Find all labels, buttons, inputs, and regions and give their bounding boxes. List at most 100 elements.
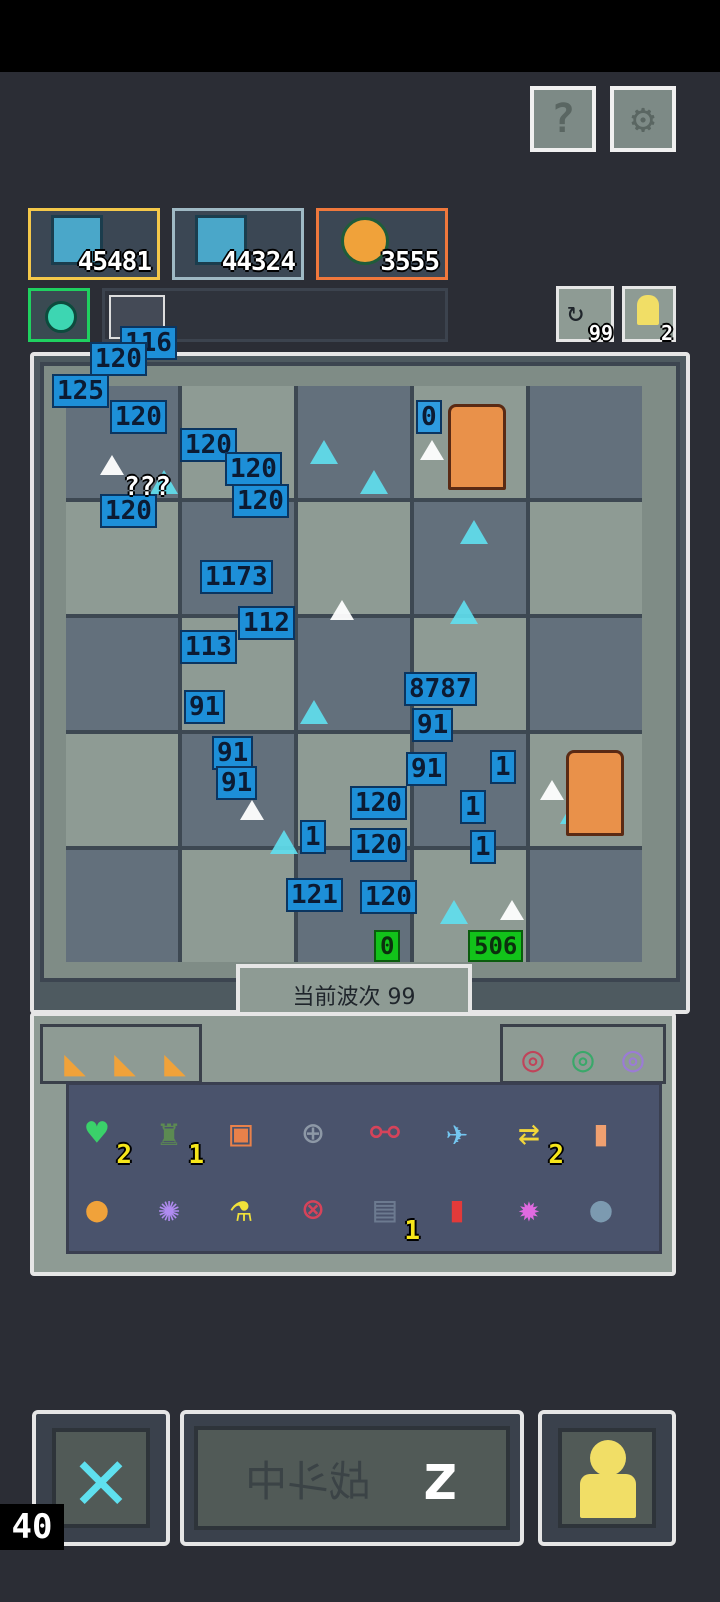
pawn-body	[580, 1474, 636, 1518]
grid-cell[interactable]	[66, 618, 178, 730]
fight-status-panel: 战斗中 z	[194, 1426, 510, 1530]
ice-shard	[310, 440, 338, 464]
ice-shard	[450, 600, 478, 624]
damage-number: 125	[52, 374, 109, 408]
enemy-unit	[566, 750, 624, 836]
tombstone-icon[interactable]: ▮	[572, 1104, 630, 1162]
soldier-icon[interactable]: ♜ 1	[140, 1104, 204, 1171]
damage-number: 91	[212, 736, 254, 770]
damage-number: 120	[350, 828, 407, 862]
gear-pink-icon[interactable]: ✹	[500, 1180, 558, 1238]
damage-number: 91	[406, 752, 448, 786]
refresh-count: 99	[588, 321, 613, 345]
ice-shard	[240, 800, 264, 820]
damage-number: 120	[225, 452, 282, 486]
ice-shard	[360, 470, 388, 494]
grid-cell[interactable]	[182, 502, 294, 614]
ice-shard	[500, 900, 524, 920]
grid-cell[interactable]	[66, 850, 178, 962]
turret-icon[interactable]: ▤ 1	[356, 1180, 420, 1247]
help-button[interactable]: ?	[530, 86, 596, 152]
grid-cell[interactable]	[530, 502, 642, 614]
damage-number: 120	[90, 342, 147, 376]
enemy-hp-label: 0	[374, 930, 401, 962]
damage-number: 1	[470, 830, 496, 864]
enemy-hp-label: 0	[416, 400, 442, 434]
grid-cell[interactable]	[530, 850, 642, 962]
flower-icon[interactable]: ✺	[140, 1180, 198, 1238]
ice-shard	[330, 600, 354, 620]
buff-icon	[45, 301, 77, 333]
damage-number: 91	[184, 690, 226, 724]
damage-number: 1	[460, 790, 486, 824]
ice-shard	[460, 520, 488, 544]
grid-cell[interactable]	[66, 734, 178, 846]
fruit-icon[interactable]: ●	[68, 1180, 126, 1238]
pawn-button[interactable]	[538, 1410, 676, 1546]
swap-icon[interactable]: ⇄ 2	[500, 1104, 564, 1171]
battery-icon[interactable]: ▮	[428, 1180, 486, 1238]
damage-number: 120	[350, 786, 407, 820]
fps-counter: 40	[0, 1504, 64, 1550]
damage-number: 121	[286, 878, 343, 912]
ice-shard	[440, 900, 468, 924]
damage-number: 112	[238, 606, 295, 640]
refresh-icon: ↻	[567, 295, 584, 328]
fish-icon[interactable]: ✈	[428, 1104, 486, 1162]
ice-shard	[540, 780, 564, 800]
close-icon: ✕	[52, 1426, 150, 1531]
fight-status-button[interactable]: 战斗中 z	[180, 1410, 524, 1546]
status-bar	[0, 0, 720, 72]
green-heart-icon[interactable]: ♥ 2	[68, 1104, 132, 1171]
shield-grid-icon[interactable]: ⊕	[284, 1104, 342, 1162]
pawn-counter[interactable]: 2	[622, 286, 676, 345]
unknown-label: ???	[124, 472, 171, 502]
damage-number: 113	[180, 630, 237, 664]
grid-cell[interactable]	[182, 850, 294, 962]
armor-icon[interactable]: ▣	[212, 1104, 270, 1162]
pawn-icon	[590, 1440, 626, 1476]
damage-number: 8787	[404, 672, 477, 706]
ice-shard	[100, 455, 124, 475]
fight-label: 战斗中	[244, 1456, 371, 1506]
enemy-hp-label: 506	[468, 930, 524, 962]
damage-number: 120	[360, 880, 417, 914]
ice-shard	[270, 830, 298, 854]
damage-number: 120	[110, 400, 167, 434]
enemy-unit	[448, 404, 506, 490]
grenade-icon[interactable]: ●	[572, 1180, 630, 1238]
ring-icon[interactable]: ◎	[604, 1030, 662, 1088]
resource-value: 45481	[77, 247, 152, 277]
grid-cell[interactable]	[298, 502, 410, 614]
gear-icon: ⚙	[630, 96, 656, 142]
resource-player-1: 45481	[28, 208, 160, 280]
settings-button[interactable]: ⚙	[610, 86, 676, 152]
wave-label: 当前波次 99	[292, 985, 416, 1010]
ice-shard	[300, 700, 328, 724]
grid-cell[interactable]	[530, 618, 642, 730]
potion-icon[interactable]: ⚗	[212, 1180, 270, 1238]
damage-number: 91	[412, 708, 454, 742]
damage-number: 1	[300, 820, 326, 854]
question-icon: ?	[550, 96, 576, 142]
pawn-panel	[558, 1428, 656, 1528]
resource-value: 44324	[221, 247, 296, 277]
grid-cell[interactable]	[530, 386, 642, 498]
buff-slot[interactable]	[28, 288, 90, 342]
crosshair-icon[interactable]: ⊗	[284, 1180, 342, 1238]
item-count: 1	[404, 1216, 420, 1246]
ice-shard	[420, 440, 444, 460]
damage-number: 120	[232, 484, 289, 518]
pawn-icon	[637, 295, 659, 325]
dna-icon[interactable]: ⚯	[356, 1104, 414, 1162]
damage-number: 1	[490, 750, 516, 784]
pawn-count: 2	[660, 321, 673, 345]
item-count: 1	[188, 1140, 204, 1170]
grid-cell[interactable]	[414, 502, 526, 614]
resource-fruit: 3555	[316, 208, 448, 280]
damage-number: 91	[216, 766, 258, 800]
item-count: 2	[116, 1140, 132, 1170]
resource-player-2: 44324	[172, 208, 304, 280]
resource-value: 3555	[380, 247, 440, 277]
refresh-button[interactable]: ↻ 99	[556, 286, 614, 345]
